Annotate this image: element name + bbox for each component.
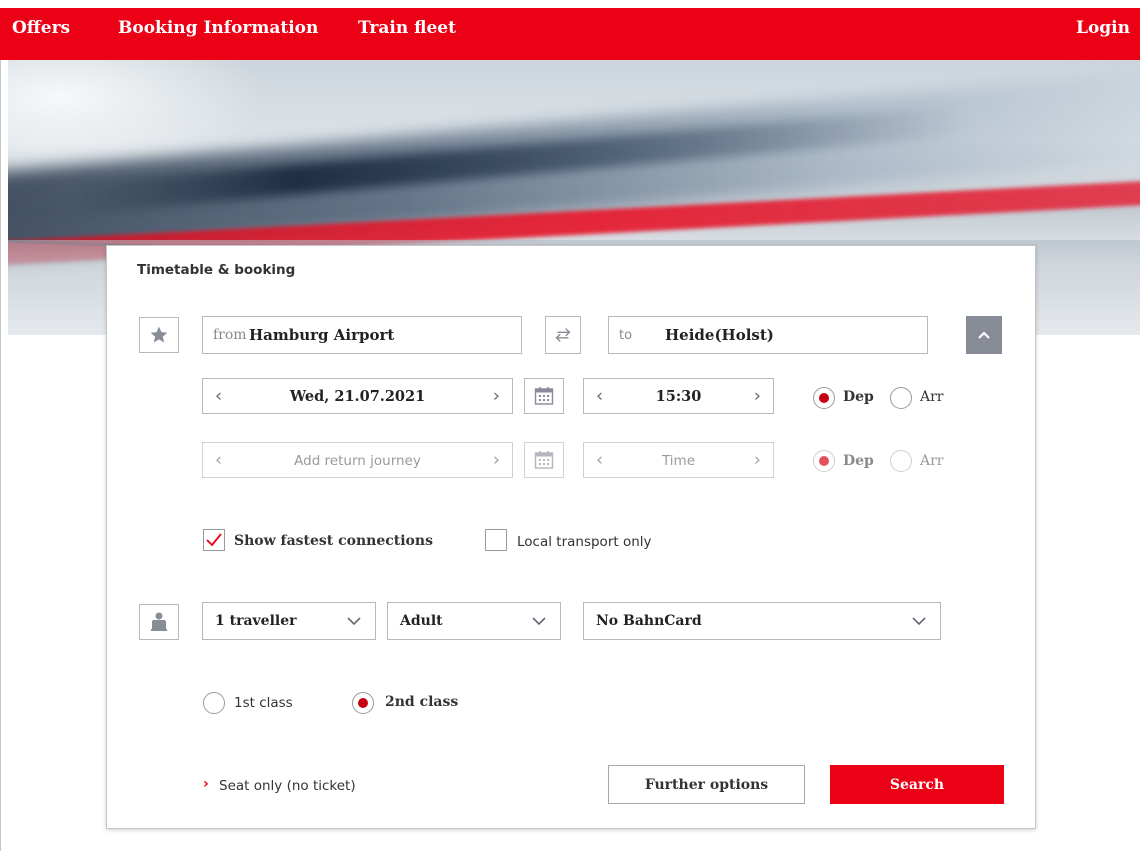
nav-booking-information[interactable]: Booking Information bbox=[118, 18, 318, 38]
chevron-up-icon bbox=[978, 331, 990, 339]
return-date-field[interactable]: ‹ Add return journey › bbox=[202, 442, 513, 478]
page-left-border bbox=[0, 60, 8, 851]
chevron-down-icon bbox=[532, 617, 546, 626]
to-value: Heide(Holst) bbox=[665, 326, 774, 344]
return-arr-label: Arr bbox=[920, 453, 944, 469]
local-transport-label: Local transport only bbox=[517, 534, 652, 550]
return-time-next-button[interactable]: › bbox=[754, 450, 761, 471]
from-value: Hamburg Airport bbox=[249, 326, 395, 344]
nav-offers[interactable]: Offers bbox=[12, 18, 70, 38]
return-calendar-button[interactable] bbox=[524, 442, 564, 478]
return-dep-radio[interactable] bbox=[813, 450, 835, 472]
first-class-label: 1st class bbox=[234, 695, 293, 711]
second-class-radio[interactable] bbox=[352, 692, 374, 714]
chevron-right-icon: › bbox=[203, 776, 209, 792]
traveller-type-value: Adult bbox=[400, 613, 443, 629]
favorites-button[interactable] bbox=[139, 317, 179, 353]
timetable-booking-panel: Timetable & booking from Hamburg Airport… bbox=[106, 245, 1036, 829]
time-next-button[interactable]: › bbox=[754, 386, 761, 407]
return-arr-radio[interactable] bbox=[890, 450, 912, 472]
calendar-icon bbox=[534, 387, 554, 405]
swap-stations-button[interactable] bbox=[545, 316, 581, 354]
outbound-time: 15:30 bbox=[655, 388, 702, 405]
chevron-down-icon bbox=[912, 617, 926, 626]
return-time-placeholder: Time bbox=[661, 453, 696, 469]
panel-title: Timetable & booking bbox=[137, 262, 296, 278]
fastest-connections-label: Show fastest connections bbox=[234, 533, 433, 549]
person-icon bbox=[151, 612, 167, 631]
calendar-icon bbox=[534, 451, 554, 469]
outbound-arr-label: Arr bbox=[920, 389, 944, 405]
star-icon bbox=[150, 326, 168, 343]
return-dep-label: Dep bbox=[843, 453, 874, 469]
collapse-button[interactable] bbox=[966, 316, 1002, 354]
traveller-profile-button[interactable] bbox=[139, 604, 179, 640]
further-options-button[interactable]: Further options bbox=[608, 765, 805, 804]
traveller-count-select[interactable]: 1 traveller bbox=[202, 602, 376, 640]
first-class-radio[interactable] bbox=[203, 692, 225, 714]
outbound-time-field[interactable]: ‹ 15:30 › bbox=[583, 378, 774, 414]
chevron-down-icon bbox=[347, 617, 361, 626]
from-station-input[interactable]: from Hamburg Airport bbox=[202, 316, 522, 354]
local-transport-checkbox[interactable] bbox=[485, 529, 507, 551]
outbound-arr-radio[interactable] bbox=[890, 387, 912, 409]
bahncard-value: No BahnCard bbox=[596, 613, 702, 629]
return-date-placeholder: Add return journey bbox=[294, 453, 421, 469]
outbound-dep-radio[interactable] bbox=[813, 387, 835, 409]
second-class-label: 2nd class bbox=[385, 694, 459, 710]
search-button[interactable]: Search bbox=[830, 765, 1004, 804]
return-date-next-button[interactable]: › bbox=[493, 450, 500, 471]
outbound-calendar-button[interactable] bbox=[524, 378, 564, 414]
from-prefix: from bbox=[213, 327, 247, 343]
outbound-dep-label: Dep bbox=[843, 389, 874, 405]
top-navigation: Offers Booking Information Train fleet L… bbox=[0, 0, 1140, 60]
outbound-date: Wed, 21.07.2021 bbox=[289, 388, 426, 405]
outbound-date-field[interactable]: ‹ Wed, 21.07.2021 › bbox=[202, 378, 513, 414]
to-prefix: to bbox=[619, 328, 633, 343]
return-time-field[interactable]: ‹ Time › bbox=[583, 442, 774, 478]
seat-only-link[interactable]: Seat only (no ticket) bbox=[219, 778, 356, 794]
bahncard-select[interactable]: No BahnCard bbox=[583, 602, 941, 640]
nav-login[interactable]: Login bbox=[1076, 18, 1130, 38]
traveller-type-select[interactable]: Adult bbox=[387, 602, 561, 640]
traveller-count-value: 1 traveller bbox=[215, 613, 297, 629]
date-next-button[interactable]: › bbox=[493, 386, 500, 407]
to-station-input[interactable]: to Heide(Holst) bbox=[608, 316, 928, 354]
swap-icon bbox=[555, 328, 571, 342]
checkmark-icon bbox=[206, 533, 222, 547]
fastest-connections-checkbox[interactable] bbox=[203, 529, 225, 551]
nav-train-fleet[interactable]: Train fleet bbox=[358, 18, 456, 38]
